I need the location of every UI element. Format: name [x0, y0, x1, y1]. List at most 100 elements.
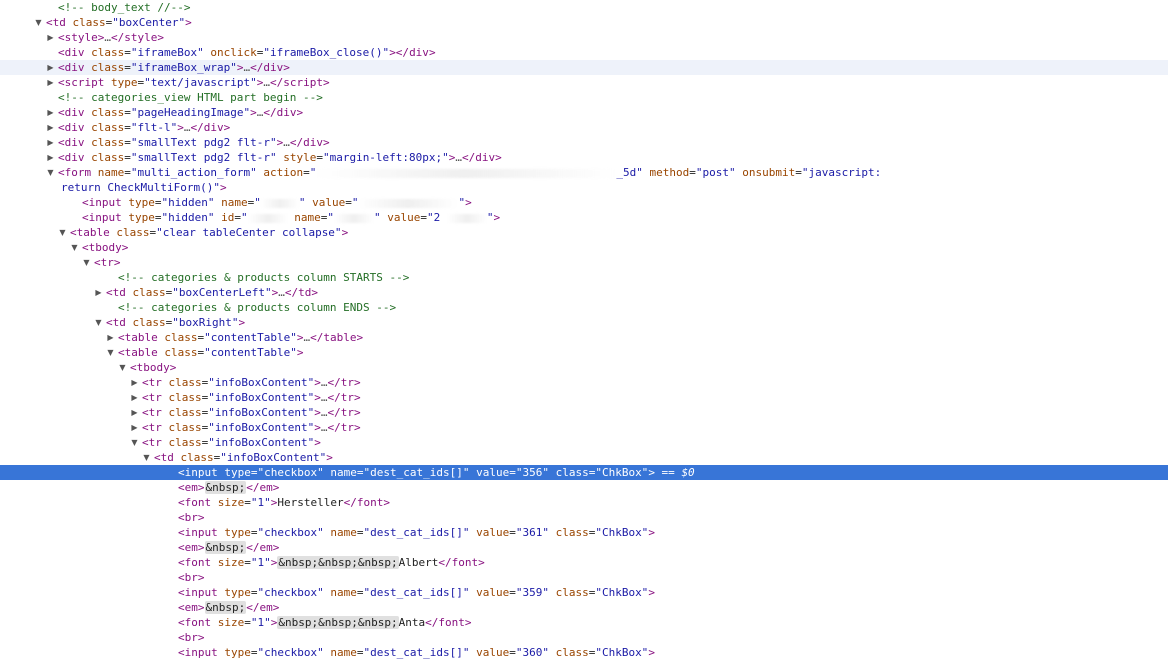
dom-node-row[interactable]: <input type="hidden" id=" name=" " value=… [0, 210, 1168, 225]
dom-node-row[interactable]: ▼ <td class="boxRight"> [0, 315, 1168, 330]
dom-node-row-selected[interactable]: <input type="checkbox" name="dest_cat_id… [0, 465, 1168, 480]
collapse-triangle-icon[interactable]: ▶ [130, 420, 139, 435]
dom-node-row[interactable]: ▼ <tbody> [0, 360, 1168, 375]
expand-triangle-icon[interactable]: ▼ [34, 15, 43, 30]
dom-node-row[interactable]: <font size="1">&nbsp;&nbsp;&nbsp;Anta</f… [0, 615, 1168, 630]
dom-node-row[interactable]: <!-- categories_view HTML part begin --> [0, 90, 1168, 105]
dom-node-row[interactable]: <div class="iframeBox" onclick="iframeBo… [0, 45, 1168, 60]
collapse-triangle-icon[interactable]: ▶ [94, 285, 103, 300]
token-punc: > [272, 541, 280, 554]
dom-node-row[interactable]: <input type="checkbox" name="dest_cat_id… [0, 645, 1168, 660]
token-tag: tr [340, 376, 354, 389]
token-punc: > [353, 391, 361, 404]
dom-node-row[interactable]: <br> [0, 570, 1168, 585]
expand-triangle-icon[interactable]: ▼ [82, 255, 91, 270]
dom-node-row[interactable]: return CheckMultiForm()"> [0, 180, 1168, 195]
token-tag: tbody [88, 241, 122, 254]
triangle-spacer [166, 540, 175, 555]
collapse-triangle-icon[interactable]: ▶ [130, 405, 139, 420]
dom-node-row[interactable]: <em>&nbsp;</em> [0, 600, 1168, 615]
dom-node-row[interactable]: ▶ <div class="smallText pdg2 flt-r" style… [0, 150, 1168, 165]
dom-node-row[interactable]: <input type="checkbox" name="dest_cat_id… [0, 585, 1168, 600]
dom-node-row[interactable]: ▼ <tr class="infoBoxContent"> [0, 435, 1168, 450]
expand-triangle-icon[interactable]: ▼ [142, 450, 151, 465]
dom-node-row[interactable]: <!-- categories & products column ENDS -… [0, 300, 1168, 315]
token-tag: em [259, 481, 273, 494]
dom-node-row[interactable]: ▼ <tbody> [0, 240, 1168, 255]
dom-node-row[interactable]: ▶ <td class="boxCenterLeft">…</td> [0, 285, 1168, 300]
dom-node-row[interactable]: <font size="1">Hersteller</font> [0, 495, 1168, 510]
dom-node-row[interactable]: ▶ <table class="contentTable">…</table> [0, 330, 1168, 345]
token-ell: … [278, 286, 285, 299]
dom-node-row[interactable]: <input type="hidden" name=" " value=" "> [0, 195, 1168, 210]
dom-node-row[interactable]: ▶ <div class="smallText pdg2 flt-r">…</di… [0, 135, 1168, 150]
collapse-triangle-icon[interactable]: ▶ [46, 105, 55, 120]
dom-node-row[interactable]: ▶ <tr class="infoBoxContent">…</tr> [0, 405, 1168, 420]
dom-node-row[interactable]: ▼ <form name="multi_action_form" action="… [0, 165, 1168, 180]
token-val: "360" [515, 646, 549, 659]
expand-triangle-icon[interactable]: ▼ [70, 240, 79, 255]
token-ell: … [283, 136, 290, 149]
dom-node-row[interactable]: <font size="1">&nbsp;&nbsp;&nbsp;Albert<… [0, 555, 1168, 570]
token-punc: </ [269, 76, 284, 89]
token-eq: = [250, 466, 258, 479]
token-tag: tr [148, 376, 162, 389]
token-punc: < [178, 511, 185, 524]
token-attr: value [476, 586, 510, 599]
dom-node-row[interactable]: <input type="checkbox" name="dest_cat_id… [0, 525, 1168, 540]
token-attr: class [168, 421, 202, 434]
expand-triangle-icon[interactable]: ▼ [130, 435, 139, 450]
dom-node-row[interactable]: ▼ <td class="boxCenter"> [0, 15, 1168, 30]
token-val: "boxCenterLeft" [172, 286, 272, 299]
token-val: "iframeBox_wrap" [130, 61, 237, 74]
collapse-triangle-icon[interactable]: ▶ [46, 150, 55, 165]
dom-node-row[interactable]: <br> [0, 630, 1168, 645]
dom-node-row[interactable]: ▶ <style>…</style> [0, 30, 1168, 45]
token-eq: = [250, 646, 258, 659]
dom-node-row[interactable]: ▶ <div class="pageHeadingImage">…</div> [0, 105, 1168, 120]
token-attr: class [555, 646, 589, 659]
dom-node-row[interactable]: ▶ <script type="text/javascript">…</scrip… [0, 75, 1168, 90]
collapse-triangle-icon[interactable]: ▶ [46, 120, 55, 135]
collapse-triangle-icon[interactable]: ▶ [46, 60, 55, 75]
token-val: "multi_action_form" [130, 166, 257, 179]
collapse-triangle-icon[interactable]: ▶ [46, 135, 55, 150]
dom-node-row[interactable]: ▶ <tr class="infoBoxContent">…</tr> [0, 375, 1168, 390]
dom-node-row[interactable]: ▶ <div class="iframeBox_wrap">…</div> [0, 60, 1168, 75]
token-tag: input [184, 646, 218, 659]
expand-triangle-icon[interactable]: ▼ [58, 225, 67, 240]
dom-node-row[interactable]: ▼ <tr> [0, 255, 1168, 270]
collapse-triangle-icon[interactable]: ▶ [130, 375, 139, 390]
collapse-triangle-icon[interactable]: ▶ [46, 30, 55, 45]
token-tag: tr [148, 391, 162, 404]
dom-node-row[interactable]: <em>&nbsp;</em> [0, 480, 1168, 495]
collapse-triangle-icon[interactable]: ▶ [106, 330, 115, 345]
dom-node-row[interactable]: <br> [0, 510, 1168, 525]
expand-triangle-icon[interactable]: ▼ [94, 315, 103, 330]
dom-node-row[interactable]: <!-- categories & products column STARTS… [0, 270, 1168, 285]
dom-node-row[interactable]: ▼ <table class="contentTable"> [0, 345, 1168, 360]
token-tag: input [184, 586, 218, 599]
dom-node-row[interactable]: ▶ <div class="flt-l">…</div> [0, 120, 1168, 135]
dom-node-row[interactable]: ▼ <table class="clear tableCenter collaps… [0, 225, 1168, 240]
dom-node-row[interactable]: ▼ <td class="infoBoxContent"> [0, 450, 1168, 465]
dom-node-row[interactable]: <!-- body_text //--> [0, 0, 1168, 15]
token-val: "iframeBox" [130, 46, 204, 59]
token-tag: td [298, 286, 312, 299]
expand-triangle-icon[interactable]: ▼ [118, 360, 127, 375]
token-val: "1" [250, 496, 271, 509]
token-punc: < [142, 391, 149, 404]
token-tag: em [184, 481, 198, 494]
token-attr: type [224, 466, 251, 479]
token-punc: > [493, 211, 501, 224]
dom-node-row[interactable]: ▶ <tr class="infoBoxContent">…</tr> [0, 420, 1168, 435]
token-attr: onsubmit [742, 166, 796, 179]
dom-tree-panel[interactable]: <!-- body_text //--> ▼ <td class="boxCente… [0, 0, 1168, 659]
collapse-triangle-icon[interactable]: ▶ [130, 390, 139, 405]
expand-triangle-icon[interactable]: ▼ [106, 345, 115, 360]
dom-node-row[interactable]: ▶ <tr class="infoBoxContent">…</tr> [0, 390, 1168, 405]
expand-triangle-icon[interactable]: ▼ [46, 165, 55, 180]
dom-node-row[interactable]: <em>&nbsp;</em> [0, 540, 1168, 555]
token-punc: < [58, 31, 65, 44]
collapse-triangle-icon[interactable]: ▶ [46, 75, 55, 90]
